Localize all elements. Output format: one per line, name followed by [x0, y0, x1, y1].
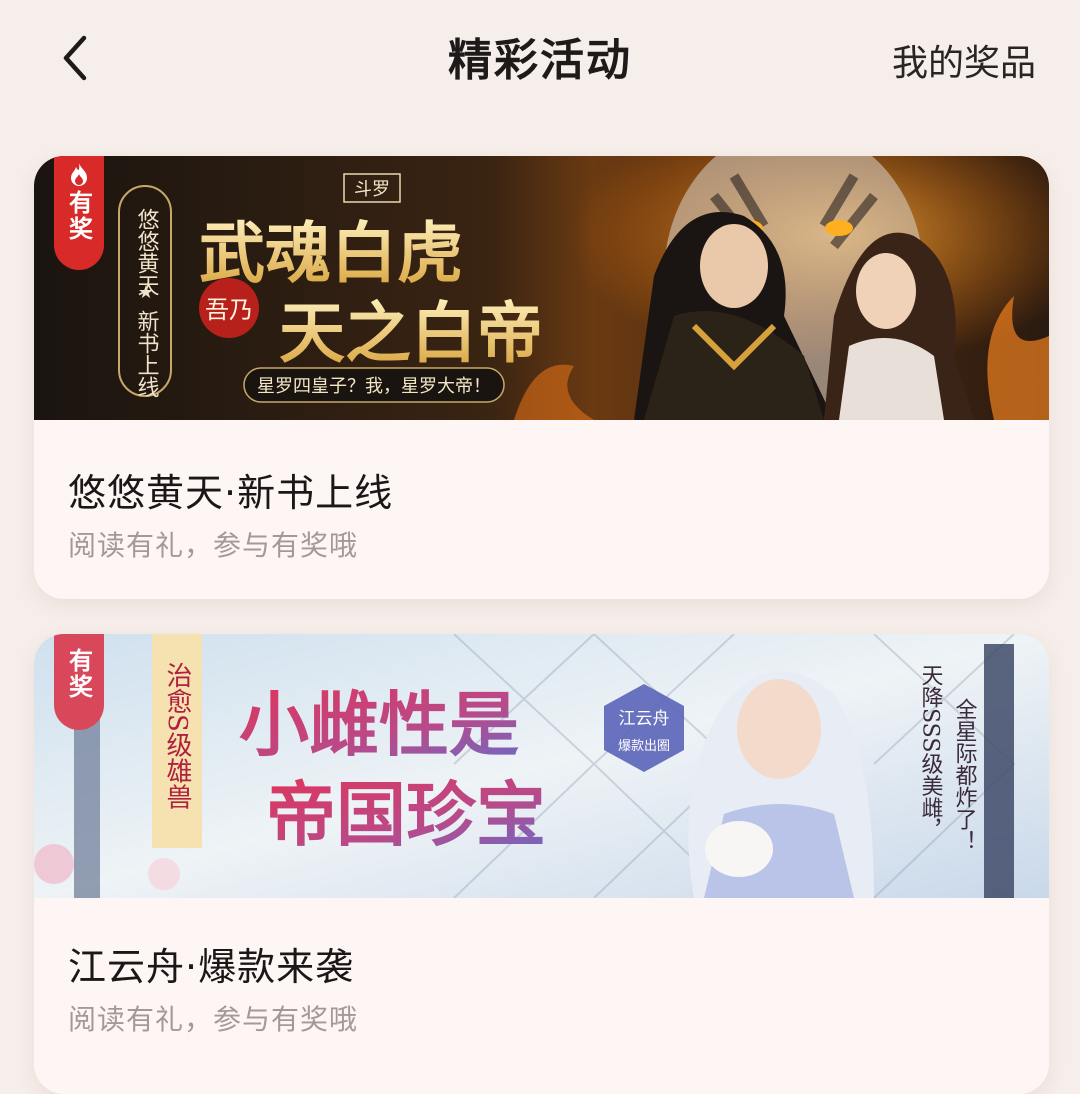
flame-icon: [71, 163, 87, 186]
banner-side-1: 天降SSS级美雌，: [918, 664, 944, 840]
banner-series-tag: 斗罗: [354, 179, 390, 200]
banner-side-note: 新书上线: [134, 310, 160, 398]
top-bar: 精彩活动 我的奖品: [0, 0, 1080, 112]
banner-side-star: ★: [138, 282, 154, 303]
activity-title: 悠悠黄天·新书上线: [68, 471, 394, 515]
activity-banner[interactable]: 悠悠黄天 ★ 新书上线 斗罗 武魂白虎 天之白帝 吾乃 星罗四皇子？我，星罗大帝…: [34, 156, 1049, 420]
banner-seal: 吾乃: [205, 296, 253, 324]
activity-subtitle: 阅读有礼，参与有奖哦: [68, 1003, 359, 1036]
banner-ribbon: 治愈S级雄兽: [162, 662, 192, 810]
my-prizes-link[interactable]: 我的奖品: [892, 34, 1036, 86]
activity-subtitle: 阅读有礼，参与有奖哦: [68, 529, 359, 562]
banner-tagline: 星罗四皇子？我，星罗大帝！: [257, 376, 491, 397]
banner-stamp-1: 江云舟: [619, 709, 670, 729]
banner-headline-2: 天之白帝: [279, 294, 543, 372]
activity-card[interactable]: 悠悠黄天 ★ 新书上线 斗罗 武魂白虎 天之白帝 吾乃 星罗四皇子？我，星罗大帝…: [34, 156, 1049, 599]
activity-title: 江云舟·爆款来袭: [68, 945, 355, 989]
reward-badge: 有奖: [54, 156, 104, 270]
banner-stamp-2: 爆款出圈: [618, 739, 670, 754]
banner-headline-1: 小雌性是: [239, 683, 519, 766]
reward-badge-label: 有奖: [64, 648, 93, 700]
banner-headline-2: 帝国珍宝: [266, 773, 546, 856]
reward-badge-label: 有奖: [64, 190, 93, 242]
activity-card[interactable]: 治愈S级雄兽 小雌性是 帝国珍宝 江云舟 爆款出圈 天降SSS级美雌， 全星际都…: [34, 634, 1049, 1094]
activity-banner[interactable]: 治愈S级雄兽 小雌性是 帝国珍宝 江云舟 爆款出圈 天降SSS级美雌， 全星际都…: [34, 634, 1049, 898]
banner-side-2: 全星际都炸了！: [952, 698, 978, 852]
reward-badge: 有奖: [54, 634, 104, 730]
